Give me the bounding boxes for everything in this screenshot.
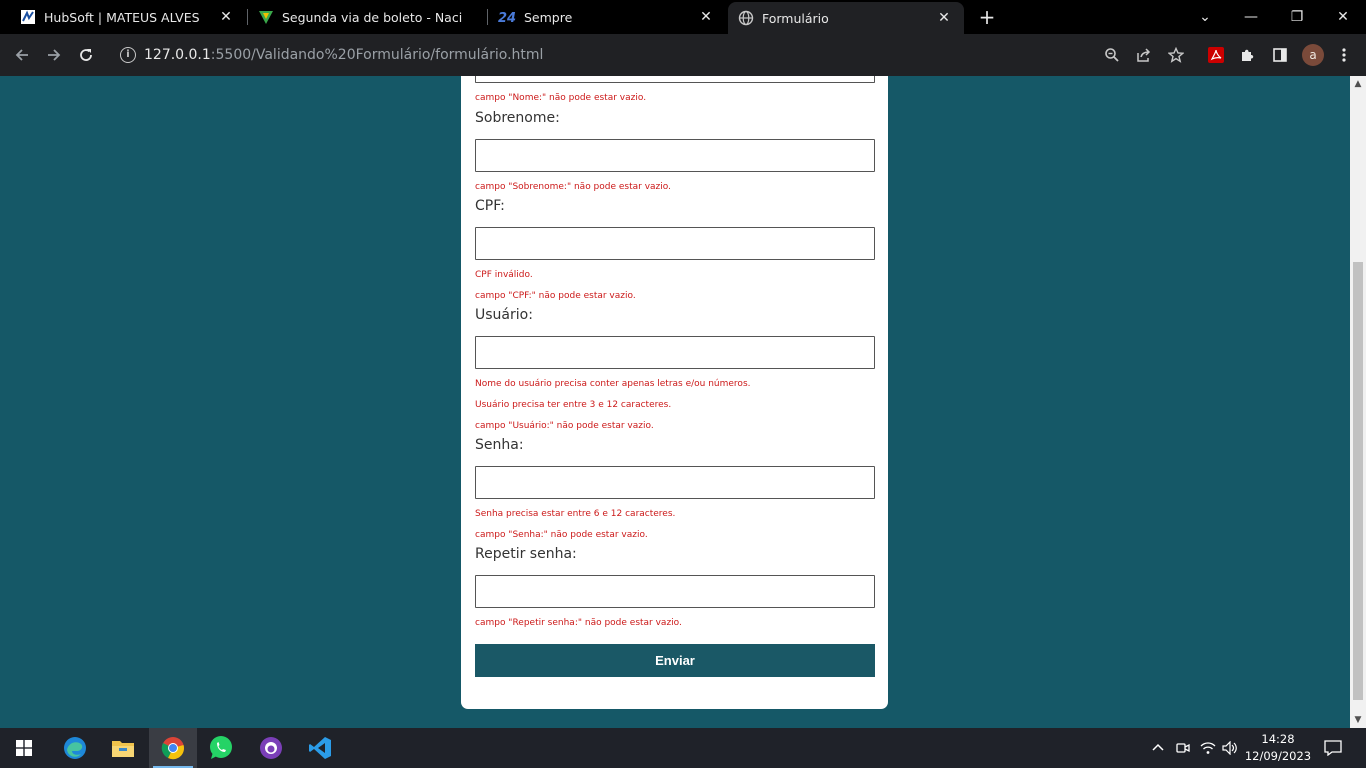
usuario-input[interactable] xyxy=(475,336,875,369)
tab-strip: HubSoft | MATEUS ALVES ✕ Segunda via de … xyxy=(0,0,1366,34)
close-icon xyxy=(462,9,478,25)
tab-title: Sempre xyxy=(524,9,573,25)
label-sobrenome: Sobrenome: xyxy=(475,110,560,126)
scroll-down-arrow-icon[interactable]: ▼ xyxy=(1350,712,1366,728)
restore-icon[interactable]: ❐ xyxy=(1274,0,1320,34)
clock-date: 12/09/2023 xyxy=(1244,749,1312,763)
tab-formulario[interactable]: Formulário ✕ xyxy=(728,2,964,34)
globe-icon xyxy=(738,10,754,26)
side-panel-icon[interactable] xyxy=(1268,43,1292,67)
system-clock[interactable]: 14:28 12/09/2023 xyxy=(1240,731,1316,765)
tab-search-chevron-icon[interactable]: ⌄ xyxy=(1182,0,1228,34)
error-senha-length: Senha precisa estar entre 6 e 12 caracte… xyxy=(475,509,676,519)
bookmark-star-icon[interactable] xyxy=(1164,43,1188,67)
show-hidden-icons-chevron-icon[interactable] xyxy=(1152,728,1164,768)
windows-start-icon[interactable] xyxy=(0,728,48,768)
scroll-up-arrow-icon[interactable]: ▲ xyxy=(1350,76,1366,92)
wifi-icon[interactable] xyxy=(1200,728,1216,768)
error-usuario-length: Usuário precisa ter entre 3 e 12 caracte… xyxy=(475,400,672,410)
hubsoft-icon xyxy=(21,10,35,24)
label-senha: Senha: xyxy=(475,437,524,453)
vscode-icon[interactable] xyxy=(296,728,344,768)
enviar-button[interactable]: Enviar xyxy=(475,644,875,677)
zoom-icon[interactable] xyxy=(1100,43,1124,67)
chrome-icon[interactable] xyxy=(149,728,197,768)
notifications-icon[interactable] xyxy=(1324,728,1342,768)
sempre-24-icon: 24 xyxy=(498,11,516,25)
new-tab-plus-icon[interactable]: + xyxy=(976,6,998,28)
vertical-scrollbar[interactable]: ▲ ▼ xyxy=(1350,76,1366,728)
scroll-thumb[interactable] xyxy=(1353,262,1363,700)
volume-icon[interactable] xyxy=(1222,728,1238,768)
back-arrow-icon[interactable] xyxy=(10,43,34,67)
form-card: campo "Nome:" não pode estar vazio. Sobr… xyxy=(461,76,888,709)
pdf-extension-icon[interactable] xyxy=(1204,43,1228,67)
error-cpf-empty: campo "CPF:" não pode estar vazio. xyxy=(475,291,636,301)
error-nome-empty: campo "Nome:" não pode estar vazio. xyxy=(475,93,647,103)
reload-icon[interactable] xyxy=(74,43,98,67)
forward-arrow-icon[interactable] xyxy=(42,43,66,67)
tab-hubsoft[interactable]: HubSoft | MATEUS ALVES ✕ xyxy=(0,0,246,34)
site-info-icon[interactable]: i xyxy=(120,47,136,63)
tab-nacional[interactable]: Segunda via de boleto - Nacional xyxy=(248,0,486,34)
tab-title: HubSoft | MATEUS ALVES xyxy=(44,9,200,25)
error-sobrenome-empty: campo "Sobrenome:" não pode estar vazio. xyxy=(475,182,671,192)
label-cpf: CPF: xyxy=(475,198,505,214)
tab-title: Formulário xyxy=(762,10,829,26)
cpf-input[interactable] xyxy=(475,227,875,260)
senha-input[interactable] xyxy=(475,466,875,499)
file-explorer-icon[interactable] xyxy=(99,728,147,768)
meet-now-icon[interactable] xyxy=(1176,728,1190,768)
edge-icon[interactable] xyxy=(51,728,99,768)
close-icon[interactable]: ✕ xyxy=(218,9,234,25)
url-path: :5500/Validando%20Formulário/formulário.… xyxy=(210,47,544,63)
svg-text:24: 24 xyxy=(498,11,516,25)
error-cpf-invalid: CPF inválido. xyxy=(475,270,533,280)
profile-avatar[interactable]: a xyxy=(1302,44,1324,66)
close-icon[interactable]: ✕ xyxy=(698,9,714,25)
menu-kebab-icon[interactable] xyxy=(1332,43,1356,67)
nome-input[interactable] xyxy=(475,76,875,83)
whatsapp-icon[interactable] xyxy=(197,728,245,768)
error-senha-empty: campo "Senha:" não pode estar vazio. xyxy=(475,530,648,540)
close-icon[interactable]: ✕ xyxy=(936,10,952,26)
tab-title: Segunda via de boleto - Nacional xyxy=(282,9,462,25)
extensions-puzzle-icon[interactable] xyxy=(1236,43,1260,67)
label-repetir-senha: Repetir senha: xyxy=(475,546,577,562)
browser-toolbar: i 127.0.0.1:5500/Validando%20Formulário/… xyxy=(0,34,1366,76)
tab-sempre[interactable]: 24 Sempre ✕ xyxy=(488,0,726,34)
window-close-icon[interactable]: ✕ xyxy=(1320,0,1366,34)
error-usuario-empty: campo "Usuário:" não pode estar vazio. xyxy=(475,421,654,431)
clock-time: 14:28 xyxy=(1261,732,1295,746)
url-host: 127.0.0.1 xyxy=(144,47,211,63)
error-usuario-chars: Nome do usuário precisa conter apenas le… xyxy=(475,379,751,389)
error-repetir-senha-empty: campo "Repetir senha:" não pode estar va… xyxy=(475,618,682,628)
sobrenome-input[interactable] xyxy=(475,139,875,172)
windows-taskbar: 14:28 12/09/2023 xyxy=(0,728,1366,768)
github-desktop-icon[interactable] xyxy=(247,728,295,768)
minimize-icon[interactable]: — xyxy=(1228,0,1274,34)
label-usuario: Usuário: xyxy=(475,307,533,323)
page-viewport: campo "Nome:" não pode estar vazio. Sobr… xyxy=(0,76,1350,728)
nacional-icon xyxy=(259,11,273,24)
address-bar[interactable]: i 127.0.0.1:5500/Validando%20Formulário/… xyxy=(106,38,1196,72)
repetir-senha-input[interactable] xyxy=(475,575,875,608)
share-icon[interactable] xyxy=(1132,43,1156,67)
